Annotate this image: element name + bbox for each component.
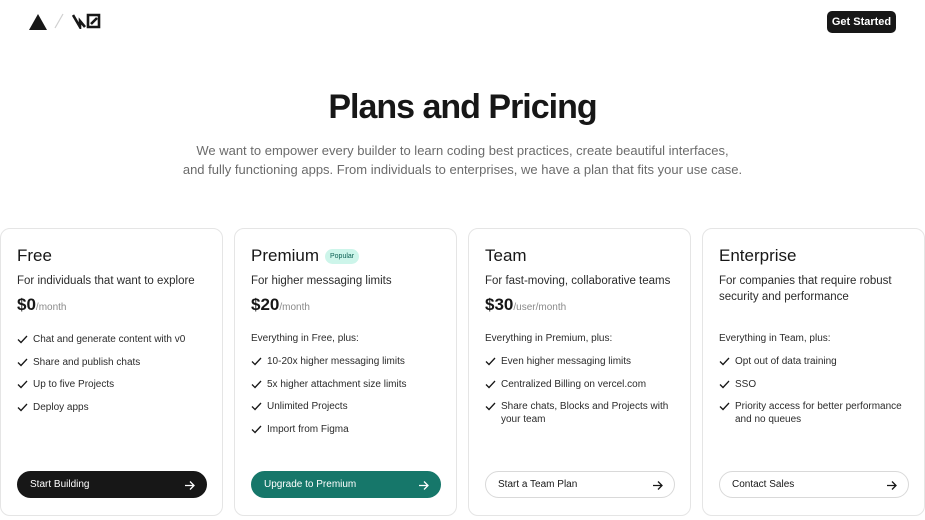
get-started-button[interactable]: Get Started (827, 11, 896, 33)
feature-text: Share chats, Blocks and Projects with yo… (501, 401, 669, 425)
arrow-right-icon (185, 481, 195, 490)
feature-text: Chat and generate content with v0 (33, 334, 186, 345)
plan-card-team: Team For fast-moving, collaborative team… (468, 228, 691, 516)
feature-list: Opt out of data training SSO Priority ac… (719, 355, 914, 436)
top-nav: Get Started (0, 0, 925, 44)
plan-price: $30/user/month (485, 295, 566, 315)
feature-item: Import from Figma (251, 423, 446, 436)
feature-item: 10-20x higher messaging limits (251, 355, 446, 368)
plan-description: For higher messaging limits (251, 275, 392, 287)
feature-list: Even higher messaging limits Centralized… (485, 355, 680, 436)
feature-list: Chat and generate content with v0 Share … (17, 333, 212, 423)
price-amount: $20 (251, 295, 280, 314)
feature-item: Up to five Projects (17, 378, 212, 391)
feature-item: Deploy apps (17, 401, 212, 414)
includes-label: Everything in Team, plus: (719, 333, 831, 344)
price-amount: $0 (17, 295, 36, 314)
plan-name: Team (485, 246, 527, 265)
check-icon (251, 380, 262, 388)
plan-description: For fast-moving, collaborative teams (485, 275, 671, 287)
check-icon (251, 425, 262, 433)
price-period: /month (35, 302, 67, 313)
arrow-right-icon (419, 481, 429, 490)
check-icon (251, 357, 262, 366)
cta-label: Contact Sales (732, 479, 795, 490)
feature-item: Even higher messaging limits (485, 355, 680, 368)
check-icon (485, 357, 496, 366)
arrow-right-icon (887, 481, 897, 490)
popular-badge: Popular (325, 249, 360, 264)
plan-description: For individuals that want to explore (17, 275, 195, 287)
v0-logo-icon[interactable] (72, 13, 102, 29)
arrow-right-icon (653, 481, 663, 490)
check-icon (485, 380, 496, 388)
check-icon (485, 402, 496, 411)
page-subtitle: We want to empower every builder to lear… (180, 141, 745, 179)
subtitle-line-1: We want to empower every builder to lear… (196, 143, 729, 158)
check-icon (17, 335, 28, 344)
feature-text: Share and publish chats (33, 356, 141, 368)
price-amount: $30 (485, 295, 514, 314)
price-period: /month (279, 302, 310, 313)
feature-item: Share chats, Blocks and Projects with yo… (485, 400, 680, 426)
plan-card-free: Free For individuals that want to explor… (0, 228, 223, 516)
cta-label: Start Building (30, 479, 90, 490)
feature-text: Unlimited Projects (267, 401, 348, 412)
feature-item: Chat and generate content with v0 (17, 333, 212, 346)
feature-item: 5x higher attachment size limits (251, 378, 446, 391)
plan-name: Enterprise (719, 246, 797, 265)
start-team-plan-button[interactable]: Start a Team Plan (485, 471, 675, 498)
feature-text: Even higher messaging limits (501, 356, 632, 367)
feature-text: Centralized Billing on vercel.com (501, 378, 647, 390)
feature-text: Opt out of data training (735, 356, 837, 367)
feature-text: 5x higher attachment size limits (267, 378, 407, 390)
plan-card-premium: Premium Popular For higher messaging lim… (234, 228, 457, 516)
feature-text: SSO (735, 378, 757, 390)
check-icon (719, 402, 730, 411)
check-icon (17, 403, 28, 411)
check-icon (17, 358, 28, 366)
includes-label: Everything in Premium, plus: (485, 333, 613, 344)
start-building-button[interactable]: Start Building (17, 471, 207, 498)
cta-label: Start a Team Plan (498, 479, 578, 490)
plan-card-enterprise: Enterprise For companies that require ro… (702, 228, 925, 516)
feature-item: SSO (719, 378, 914, 391)
check-icon (719, 357, 730, 366)
check-icon (17, 380, 28, 389)
feature-text: Deploy apps (33, 401, 89, 413)
contact-sales-button[interactable]: Contact Sales (719, 471, 909, 498)
feature-list: 10-20x higher messaging limits 5x higher… (251, 355, 446, 445)
check-icon (719, 380, 730, 388)
triangle-logo-icon[interactable] (29, 14, 47, 30)
feature-item: Opt out of data training (719, 355, 914, 368)
feature-text: Import from Figma (267, 423, 349, 435)
upgrade-to-premium-button[interactable]: Upgrade to Premium (251, 471, 441, 498)
slash-divider-icon (54, 13, 64, 29)
plan-name: Free (17, 246, 52, 265)
cta-label: Upgrade to Premium (264, 479, 357, 490)
plan-price: $0/month (17, 295, 67, 315)
feature-item: Centralized Billing on vercel.com (485, 378, 680, 391)
feature-item: Priority access for better performance a… (719, 400, 914, 426)
feature-item: Unlimited Projects (251, 400, 446, 413)
plan-price: $20/month (251, 295, 310, 315)
feature-text: Priority access for better performance a… (735, 401, 902, 425)
feature-text: Up to five Projects (33, 379, 115, 390)
subtitle-line-2: and fully functioning apps. From individ… (182, 162, 743, 177)
feature-item: Share and publish chats (17, 356, 212, 369)
price-period: /user/month (513, 302, 567, 313)
includes-label: Everything in Free, plus: (251, 333, 359, 344)
plan-name: Premium (251, 246, 320, 265)
check-icon (251, 402, 262, 411)
plan-description: For companies that require robust securi… (719, 275, 892, 303)
feature-text: 10-20x higher messaging limits (267, 356, 405, 367)
page-title: Plans and Pricing (328, 88, 597, 126)
